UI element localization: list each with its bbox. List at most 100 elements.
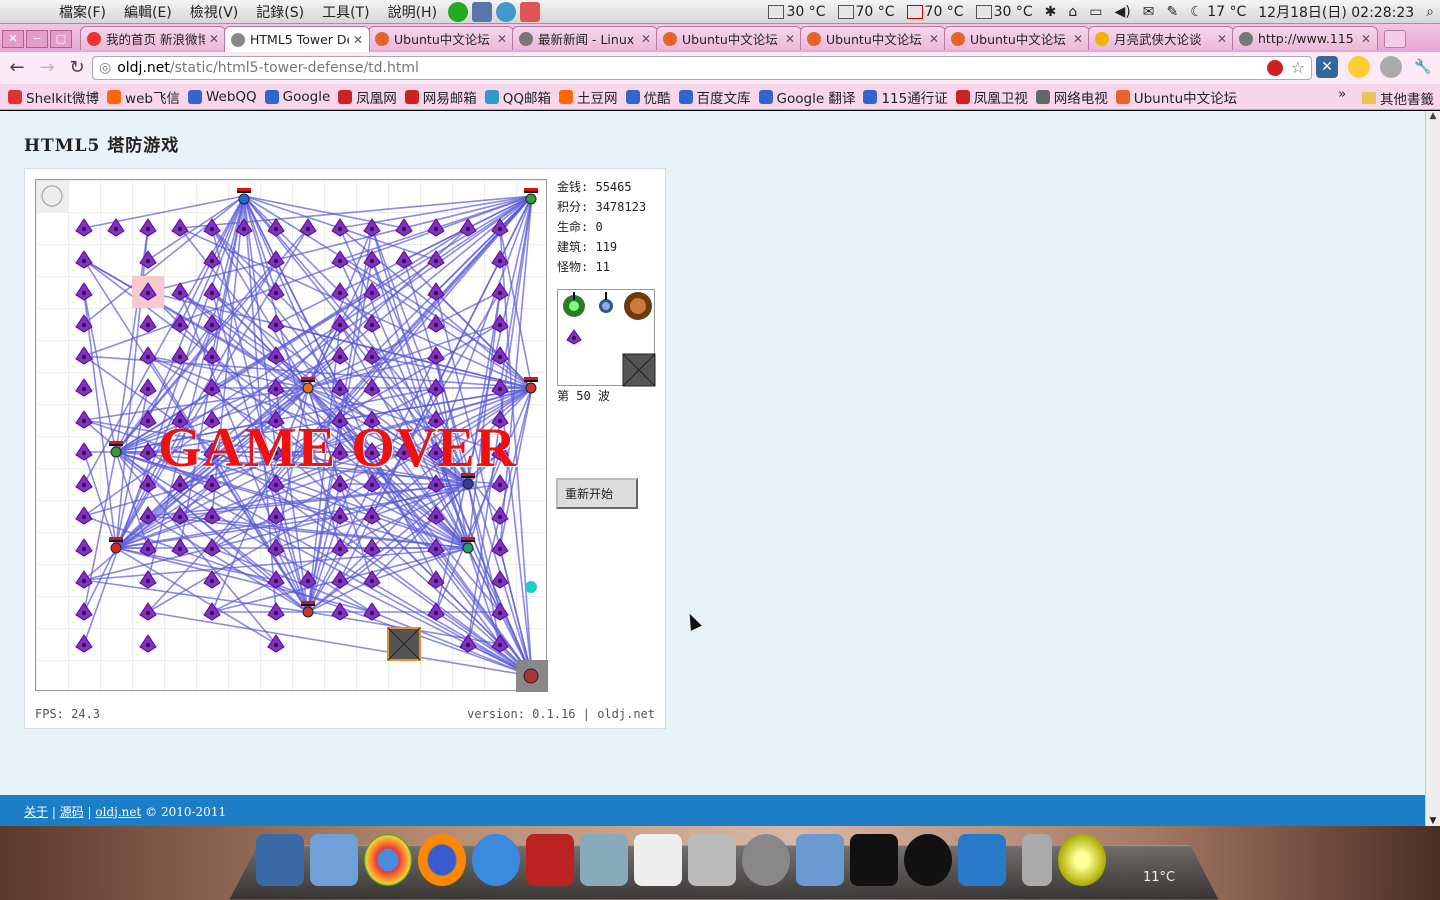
menu-file[interactable]: 檔案(F) [50,2,115,22]
close-tab-icon[interactable]: ✕ [929,32,939,46]
site-link[interactable]: oldj.net [95,805,141,819]
wall-block[interactable] [267,314,285,333]
wall-block[interactable] [75,634,93,653]
bookmark-9[interactable]: 百度文库 [678,87,751,107]
tab-0[interactable]: 我的首页 新浪微博 ✕ [80,26,226,50]
close-tab-icon[interactable]: ✕ [209,32,219,46]
apple-icon[interactable] [18,3,40,21]
heavy-cannon-icon[interactable] [624,292,652,320]
wall-block[interactable] [395,218,413,237]
wall-block[interactable] [139,442,157,461]
wall-block[interactable] [75,378,93,397]
menu-tools[interactable]: 工具(T) [313,2,378,22]
close-tab-icon[interactable]: ✕ [1361,32,1371,46]
other-bookmarks[interactable]: 其他書籤 [1362,88,1434,108]
wall-block[interactable] [331,538,349,557]
volume-icon[interactable]: ◀) [1115,4,1131,20]
wall-block-icon[interactable] [566,329,582,345]
itunes-icon[interactable] [472,834,520,886]
close-tab-icon[interactable]: ✕ [353,33,363,47]
weather-reading[interactable]: ☾ 17 °C [1190,4,1246,20]
extension-icon[interactable] [1380,56,1402,78]
extension-icon[interactable]: ✕ [1316,56,1338,78]
tab-4[interactable]: Ubuntu中文论坛 ✕ [656,26,802,50]
star-icon[interactable]: ☆ [1291,58,1305,77]
globe-icon[interactable] [496,1,517,22]
source-link[interactable]: 源码 [60,805,84,819]
pen-icon[interactable]: ✎ [1166,4,1178,20]
address-bar[interactable]: ◎ oldj.net/static/html5-tower-defense/td… [92,56,1312,80]
wall-block[interactable] [203,602,221,621]
back-icon[interactable]: ← [4,55,30,81]
photo-booth-icon[interactable] [526,834,574,886]
wall-block[interactable] [75,346,93,365]
forward-icon[interactable]: → [34,55,60,81]
bookmark-14[interactable]: Ubuntu中文论坛 [1115,87,1237,107]
bookmark-11[interactable]: 115通行证 [863,87,948,107]
network-icon[interactable]: ⌂ [1068,4,1077,20]
bookmark-12[interactable]: 凤凰卫视 [955,87,1028,107]
tab-5[interactable]: Ubuntu中文论坛 ✕ [800,26,946,50]
wall-block[interactable] [75,602,93,621]
video-editor-icon[interactable] [958,834,1006,886]
menu-edit[interactable]: 編輯(E) [115,2,181,22]
minimize-window-icon[interactable]: − [26,30,48,48]
terminal-icon[interactable] [850,834,898,886]
tab-1[interactable]: HTML5 Tower De ✕ [224,26,370,52]
about-link[interactable]: 关于 [24,805,48,819]
wall-block[interactable] [139,634,157,653]
wall-block[interactable] [75,474,93,493]
trash-icon[interactable] [1022,834,1052,886]
bookmark-5[interactable]: 网易邮箱 [404,87,477,107]
close-tab-icon[interactable]: ✕ [497,32,507,46]
system-settings-icon[interactable] [742,834,790,886]
menu-help[interactable]: 說明(H) [379,2,446,22]
anchor-icon[interactable] [256,834,304,886]
wrench-icon[interactable]: 🔧 [1412,56,1434,78]
bookmark-1[interactable]: web飞信 [107,87,180,107]
text-editor-icon[interactable] [634,834,682,886]
blue-cannon-icon[interactable] [599,292,613,313]
wall-block[interactable] [427,346,445,365]
play-icon[interactable] [448,1,469,22]
scroll-up-icon[interactable]: ▲ [1426,111,1440,125]
close-window-icon[interactable]: ✕ [2,30,24,48]
bookmark-3[interactable]: Google [264,87,330,107]
wall-block[interactable] [139,314,157,333]
battery-icon[interactable]: ▭ [1089,4,1102,20]
close-tab-icon[interactable]: ✕ [785,32,795,46]
maximize-window-icon[interactable]: ▢ [50,30,72,48]
chrome-icon[interactable] [364,834,412,886]
wall-block[interactable] [75,282,93,301]
extension-icon[interactable] [1348,56,1370,78]
bookmark-6[interactable]: QQ邮箱 [484,87,551,107]
mail-icon[interactable]: ✉ [1143,4,1155,20]
scroll-down-icon[interactable]: ▼ [1426,816,1440,826]
preview-icon[interactable] [580,834,628,886]
green-cannon-icon[interactable] [563,292,585,317]
wall-block[interactable] [139,218,157,237]
cube-icon[interactable] [472,1,493,22]
tab-7[interactable]: 月亮武侠大论谈 ✕ [1088,26,1234,50]
qq-icon[interactable] [904,834,952,886]
wall-block[interactable] [267,570,285,589]
close-tab-icon[interactable]: ✕ [1073,32,1083,46]
reload-icon[interactable]: ↻ [64,55,90,81]
close-tab-icon[interactable]: ✕ [641,32,651,46]
calculator-icon[interactable] [688,834,736,886]
bookmark-13[interactable]: 网络电视 [1035,87,1108,107]
tab-2[interactable]: Ubuntu中文论坛 ✕ [368,26,514,50]
new-tab-button[interactable] [1384,30,1406,48]
firefox-icon[interactable] [418,834,466,886]
wall-block[interactable] [171,538,189,557]
wall-block[interactable] [427,250,445,269]
wall-block[interactable] [331,250,349,269]
wall-block[interactable] [107,218,125,237]
vertical-scrollbar[interactable]: ▲ ▼ [1425,111,1440,826]
clock[interactable]: 12月18日(日) 02:28:23 [1258,2,1414,22]
wall-block[interactable] [139,378,157,397]
folder-icon[interactable] [796,834,844,886]
wall-block[interactable] [267,602,285,621]
bluetooth-icon[interactable]: ✱ [1045,4,1057,20]
app-icon[interactable] [520,1,541,22]
